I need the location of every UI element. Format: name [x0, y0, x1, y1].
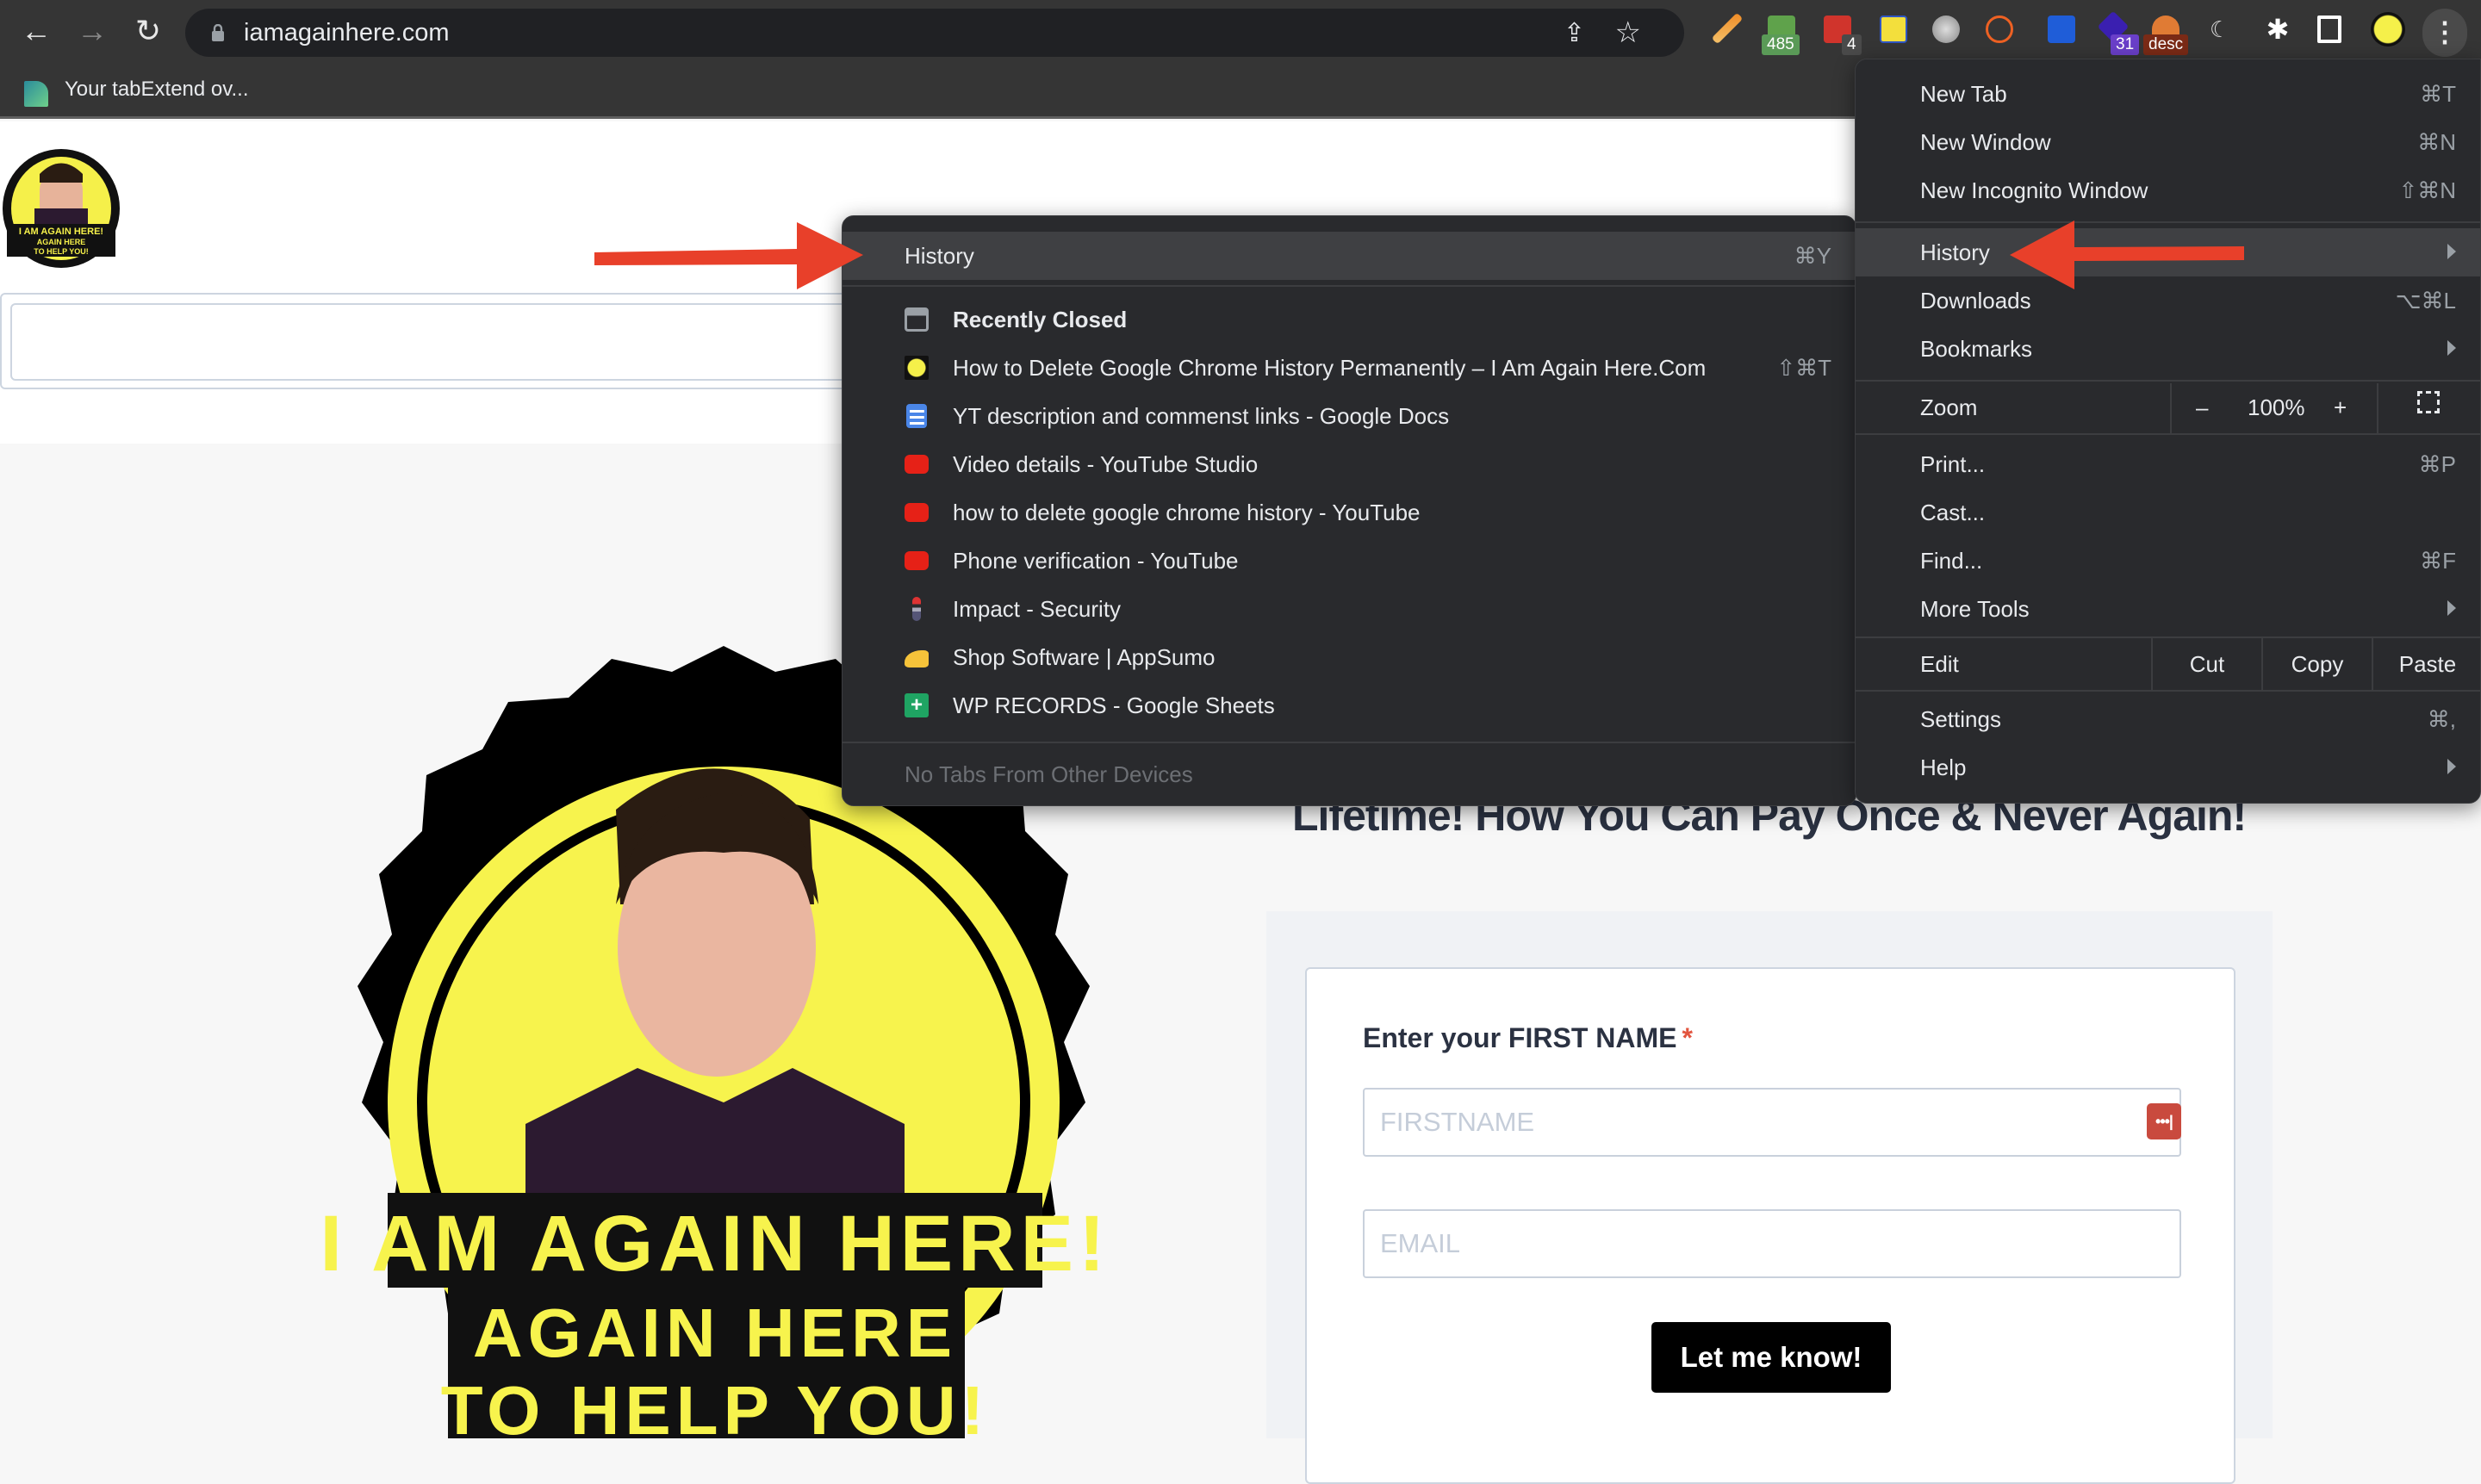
- history-entry[interactable]: Impact - Security: [843, 585, 1856, 633]
- purple-extension-badge: 31: [2111, 34, 2140, 55]
- menu-item-print[interactable]: Print... ⌘P: [1856, 440, 2480, 488]
- menu-item-bookmarks[interactable]: Bookmarks: [1856, 325, 2480, 373]
- menu-item-zoom: Zoom – 100% +: [1856, 383, 2480, 433]
- tabextend-icon: [24, 81, 48, 107]
- history-entry[interactable]: Shop Software | AppSumo: [843, 633, 1856, 681]
- google-docs-icon: [906, 404, 927, 428]
- cut-button[interactable]: Cut: [2153, 638, 2261, 686]
- menu-item-find[interactable]: Find... ⌘F: [1856, 537, 2480, 585]
- bookmark-star-icon[interactable]: ☆: [1615, 16, 1641, 50]
- youtube-icon: [905, 455, 929, 474]
- menu-item-settings[interactable]: Settings ⌘,: [1856, 695, 2480, 743]
- youtube-icon: [905, 503, 929, 522]
- forward-button[interactable]: →: [73, 12, 111, 50]
- signup-form: Enter your FIRST NAME* •••| Let me know!: [1305, 967, 2235, 1484]
- site-logo-icon: [905, 356, 929, 380]
- annotation-arrow-right: [594, 222, 863, 289]
- zoom-in-button[interactable]: +: [2334, 394, 2347, 421]
- submenu-arrow-icon: [2447, 759, 2456, 774]
- first-name-label: Enter your FIRST NAME *: [1363, 1022, 1693, 1053]
- appsumo-icon: [905, 650, 929, 667]
- back-button[interactable]: ←: [17, 12, 55, 50]
- chrome-main-menu: New Tab ⌘T New Window ⌘N New Incognito W…: [1855, 59, 2481, 804]
- submenu-arrow-icon: [2447, 244, 2456, 259]
- submenu-arrow-icon: [2447, 600, 2456, 616]
- menu-item-help[interactable]: Help: [1856, 743, 2480, 792]
- annotation-arrow-left: [2010, 220, 2244, 289]
- address-bar[interactable]: iamagainhere.com ⇪ ☆: [185, 9, 1684, 57]
- browser-toolbar: ← → ↻ iamagainhere.com ⇪ ☆ 485 4 31 desc…: [0, 0, 2481, 62]
- url-text: iamagainhere.com: [244, 19, 450, 47]
- lock-icon: [212, 24, 224, 41]
- menu-item-new-window[interactable]: New Window ⌘N: [1856, 118, 2480, 166]
- search-input[interactable]: [10, 303, 949, 381]
- menu-divider: [1856, 690, 2480, 692]
- share-icon[interactable]: ⇪: [1564, 18, 1585, 48]
- menu-item-edit: Edit Cut Copy Paste: [1856, 638, 2480, 690]
- side-panel-icon[interactable]: [2317, 16, 2341, 43]
- history-entry[interactable]: how to delete google chrome history - Yo…: [843, 488, 1856, 537]
- svg-text:AGAIN HERE: AGAIN HERE: [37, 238, 86, 246]
- profile-avatar[interactable]: [2371, 12, 2405, 47]
- timer-extension-badge: 485: [1762, 34, 1800, 55]
- menu-divider: [1856, 433, 2480, 435]
- hero-logo-line-2: AGAIN HERE: [473, 1295, 957, 1371]
- history-submenu: History ⌘Y Recently Closed How to Delete…: [842, 215, 1856, 806]
- menu-item-new-incognito-window[interactable]: New Incognito Window ⇧⌘N: [1856, 166, 2480, 214]
- site-logo[interactable]: I AM AGAIN HERE! AGAIN HERE TO HELP YOU!: [2, 148, 121, 269]
- lastpass-extension-badge: 4: [1842, 34, 1862, 55]
- first-name-input[interactable]: [1363, 1088, 2181, 1157]
- speechify-extension-icon[interactable]: [1932, 16, 1960, 43]
- bitly-extension-icon[interactable]: [1986, 16, 2013, 43]
- fullscreen-icon[interactable]: [2417, 391, 2440, 413]
- menu-item-more-tools[interactable]: More Tools: [1856, 585, 2480, 633]
- history-entry[interactable]: Phone verification - YouTube: [843, 537, 1856, 585]
- menu-divider: [843, 742, 1856, 743]
- puzzle-extensions-icon[interactable]: ✱: [2264, 16, 2291, 43]
- menu-divider: [843, 285, 1856, 287]
- youtube-icon: [905, 551, 929, 570]
- email-input[interactable]: [1363, 1209, 2181, 1278]
- hero-logo-line-1: I AM AGAIN HERE!: [320, 1200, 1110, 1288]
- signup-form-section: Enter your FIRST NAME* •••| Let me know!: [1266, 911, 2273, 1484]
- history-entry[interactable]: + WP RECORDS - Google Sheets: [843, 681, 1856, 730]
- notes-extension-icon[interactable]: [1880, 16, 1907, 43]
- history-entry[interactable]: YT description and commenst links - Goog…: [843, 392, 1856, 440]
- zoom-out-button[interactable]: –: [2196, 394, 2208, 421]
- kebab-menu-icon: ⋮: [2431, 16, 2459, 47]
- window-icon: [905, 307, 929, 332]
- google-sheets-icon: +: [905, 693, 929, 717]
- chrome-menu-button[interactable]: ⋮: [2422, 9, 2467, 57]
- submit-button[interactable]: Let me know!: [1651, 1322, 1891, 1393]
- search-box-container: [0, 293, 949, 389]
- pencil-extension-icon[interactable]: [1711, 12, 1744, 45]
- recently-closed-heading: Recently Closed: [843, 295, 1856, 344]
- zoom-level: 100%: [2248, 394, 2305, 420]
- arrow-right-icon: →: [77, 13, 108, 48]
- history-header-item[interactable]: History ⌘Y: [843, 232, 1856, 280]
- no-other-devices-item: No Tabs From Other Devices: [905, 761, 1193, 787]
- paste-button[interactable]: Paste: [2373, 638, 2481, 686]
- submenu-arrow-icon: [2447, 340, 2456, 356]
- small-logo-text: I AM AGAIN HERE!: [19, 227, 103, 237]
- arrow-left-icon: ←: [21, 13, 52, 48]
- hero-logo-line-3: TO HELP YOU!: [441, 1372, 990, 1438]
- history-entry[interactable]: Video details - YouTube Studio: [843, 440, 1856, 488]
- copy-button[interactable]: Copy: [2263, 638, 2372, 686]
- reload-button[interactable]: ↻: [129, 12, 167, 50]
- svg-text:TO HELP YOU!: TO HELP YOU!: [34, 247, 89, 256]
- bookmark-tabextend[interactable]: Your tabExtend ov...: [65, 78, 248, 102]
- bitwarden-extension-icon[interactable]: [2048, 16, 2075, 43]
- password-manager-icon[interactable]: •••|: [2147, 1103, 2181, 1139]
- history-entry[interactable]: How to Delete Google Chrome History Perm…: [843, 344, 1856, 392]
- bell-extension-badge: desc: [2143, 34, 2189, 55]
- moon-extension-icon[interactable]: ☾: [2210, 16, 2237, 43]
- impact-icon: [912, 597, 921, 621]
- menu-item-new-tab[interactable]: New Tab ⌘T: [1856, 70, 2480, 118]
- reload-icon: ↻: [134, 13, 162, 48]
- menu-divider: [1856, 380, 2480, 382]
- required-asterisk: *: [1682, 1022, 1693, 1053]
- menu-item-cast[interactable]: Cast...: [1856, 488, 2480, 537]
